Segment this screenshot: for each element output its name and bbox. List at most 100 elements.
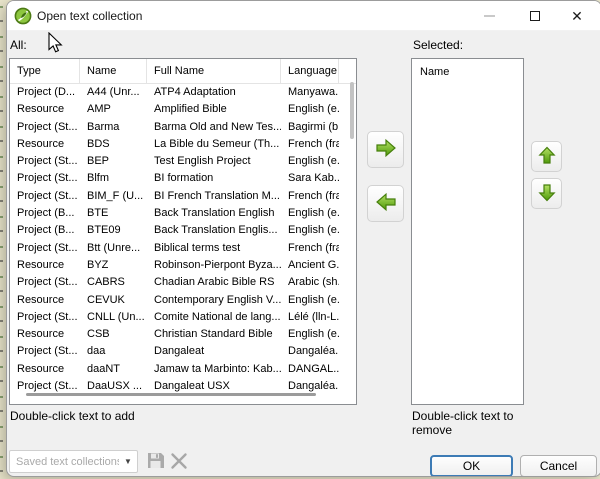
- saved-collections-dropdown-button[interactable]: ▼: [119, 451, 137, 472]
- table-cell: Jamaw ta Marbinto: Kab...: [147, 361, 281, 378]
- chevron-down-icon: ▼: [124, 457, 132, 466]
- all-label: All:: [10, 38, 27, 52]
- table-row[interactable]: Project (St...BarmaBarma Old and New Tes…: [10, 119, 356, 136]
- table-cell: Project (St...: [10, 119, 80, 136]
- add-to-selected-button[interactable]: [367, 131, 404, 168]
- minimize-icon: [484, 15, 495, 17]
- table-cell: Project (B...: [10, 205, 80, 222]
- minimize-button[interactable]: [471, 1, 507, 31]
- table-cell: English (e...: [281, 101, 339, 118]
- table-cell: BTE: [80, 205, 147, 222]
- remove-from-selected-button[interactable]: [367, 185, 404, 222]
- column-header-full-name[interactable]: Full Name: [147, 59, 281, 83]
- table-cell: French (fra...: [281, 240, 339, 257]
- save-collection-button[interactable]: [144, 451, 166, 473]
- all-list-header: Type Name Full Name Language: [10, 59, 356, 84]
- move-up-button[interactable]: [531, 141, 562, 172]
- table-cell: La Bible du Semeur (Th...: [147, 136, 281, 153]
- saved-collections-combobox[interactable]: Saved text collections ▼: [9, 450, 138, 473]
- table-cell: BTE09: [80, 222, 147, 239]
- table-cell: [339, 222, 356, 239]
- table-cell: BI formation: [147, 170, 281, 187]
- table-cell: Blfm: [80, 170, 147, 187]
- table-cell: BI French Translation M...: [147, 188, 281, 205]
- table-cell: [339, 170, 356, 187]
- table-row[interactable]: Project (St...CNLL (Un...Comite National…: [10, 309, 356, 326]
- window-title: Open text collection: [37, 9, 142, 23]
- table-cell: Resource: [10, 257, 80, 274]
- table-row[interactable]: ResourceCSBChristian Standard BibleEngli…: [10, 326, 356, 343]
- move-down-button[interactable]: [531, 178, 562, 209]
- all-texts-list[interactable]: Type Name Full Name Language Project (D.…: [9, 58, 357, 405]
- table-row[interactable]: ResourceBYZRobinson-Pierpont Byza...Anci…: [10, 257, 356, 274]
- table-cell: Back Translation English: [147, 205, 281, 222]
- table-cell: [339, 326, 356, 343]
- cancel-button[interactable]: Cancel: [520, 455, 597, 477]
- table-cell: BIM_F (U...: [80, 188, 147, 205]
- table-cell: Back Translation Englis...: [147, 222, 281, 239]
- table-cell: [339, 188, 356, 205]
- table-cell: [339, 136, 356, 153]
- table-cell: AMP: [80, 101, 147, 118]
- column-header-type[interactable]: Type: [10, 59, 80, 83]
- table-cell: Test English Project: [147, 153, 281, 170]
- table-cell: ATP4 Adaptation: [147, 84, 281, 101]
- maximize-button[interactable]: [517, 1, 553, 31]
- column-header-name[interactable]: Name: [80, 59, 147, 83]
- table-row[interactable]: Project (D...A44 (Unr...ATP4 AdaptationM…: [10, 84, 356, 101]
- table-cell: Contemporary English V...: [147, 292, 281, 309]
- table-cell: Ancient G...: [281, 257, 339, 274]
- table-row[interactable]: Project (St...daaDangaleatDangaléa...: [10, 343, 356, 360]
- column-header-language[interactable]: Language: [281, 59, 339, 83]
- table-row[interactable]: ResourceBDSLa Bible du Semeur (Th...Fren…: [10, 136, 356, 153]
- table-cell: [339, 153, 356, 170]
- table-cell: Sara Kab...: [281, 170, 339, 187]
- table-cell: Christian Standard Bible: [147, 326, 281, 343]
- add-hint-text: Double-click text to add: [10, 409, 135, 423]
- ok-button[interactable]: OK: [430, 455, 513, 477]
- table-row[interactable]: Project (B...BTEBack Translation English…: [10, 205, 356, 222]
- table-cell: [339, 361, 356, 378]
- table-row[interactable]: ResourceAMPAmplified BibleEnglish (e...: [10, 101, 356, 118]
- table-row[interactable]: Project (St...BEPTest English ProjectEng…: [10, 153, 356, 170]
- selected-column-header-name[interactable]: Name: [412, 59, 523, 78]
- table-cell: CNLL (Un...: [80, 309, 147, 326]
- paratext-logo-icon: [14, 7, 32, 25]
- delete-collection-button[interactable]: [168, 451, 190, 473]
- arrow-up-icon: [538, 146, 556, 168]
- vertical-scrollbar[interactable]: [350, 82, 354, 139]
- table-row[interactable]: Project (B...BTE09Back Translation Engli…: [10, 222, 356, 239]
- arrow-left-icon: [375, 192, 397, 215]
- table-cell: English (e...: [281, 326, 339, 343]
- table-cell: BEP: [80, 153, 147, 170]
- table-row[interactable]: ResourcedaaNTJamaw ta Marbinto: Kab...DA…: [10, 361, 356, 378]
- table-cell: Project (D...: [10, 84, 80, 101]
- selected-label: Selected:: [413, 38, 463, 52]
- table-row[interactable]: Project (St...BIM_F (U...BI French Trans…: [10, 188, 356, 205]
- table-cell: French (fra...: [281, 188, 339, 205]
- title-bar: Open text collection ✕: [7, 1, 600, 31]
- arrow-right-icon: [375, 138, 397, 161]
- table-cell: Resource: [10, 361, 80, 378]
- table-cell: Project (St...: [10, 188, 80, 205]
- table-cell: CABRS: [80, 274, 147, 291]
- table-row[interactable]: Project (St...CABRSChadian Arabic Bible …: [10, 274, 356, 291]
- table-cell: French (fra...: [281, 136, 339, 153]
- table-cell: Comite National de lang...: [147, 309, 281, 326]
- open-text-collection-dialog: Open text collection ✕ All: Selected: Ty…: [6, 0, 600, 477]
- table-row[interactable]: Project (St...BlfmBI formationSara Kab..…: [10, 170, 356, 187]
- table-cell: Amplified Bible: [147, 101, 281, 118]
- table-cell: BDS: [80, 136, 147, 153]
- table-cell: Chadian Arabic Bible RS: [147, 274, 281, 291]
- horizontal-scrollbar[interactable]: [26, 393, 316, 396]
- table-cell: Dangaléa...: [281, 343, 339, 360]
- selected-texts-list[interactable]: Name: [411, 58, 524, 405]
- table-cell: Barma Old and New Tes...: [147, 119, 281, 136]
- table-row[interactable]: ResourceCEVUKContemporary English V...En…: [10, 292, 356, 309]
- table-cell: Resource: [10, 326, 80, 343]
- table-cell: [339, 309, 356, 326]
- close-icon: ✕: [571, 9, 583, 23]
- close-button[interactable]: ✕: [559, 1, 595, 31]
- table-row[interactable]: Project (St...Btt (Unre...Biblical terms…: [10, 240, 356, 257]
- table-cell: Project (St...: [10, 170, 80, 187]
